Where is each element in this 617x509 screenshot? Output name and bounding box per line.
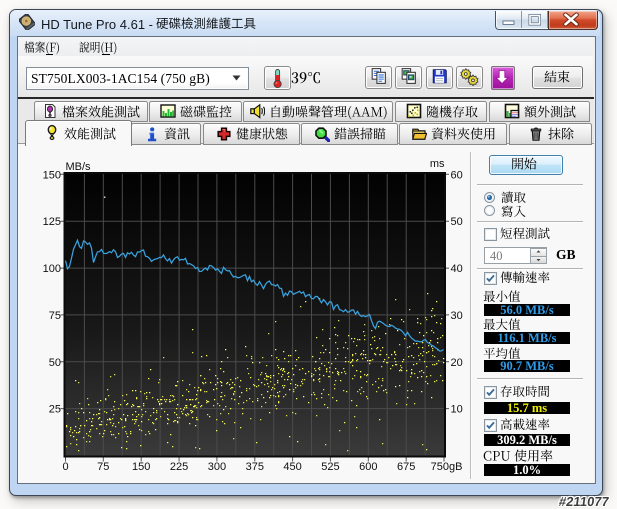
svg-text:10: 10 <box>451 404 463 416</box>
svg-text:25: 25 <box>49 404 61 416</box>
svg-text:125: 125 <box>43 216 61 228</box>
svg-text:40: 40 <box>451 263 463 275</box>
svg-text:100: 100 <box>43 263 61 275</box>
svg-text:300: 300 <box>208 461 226 473</box>
svg-text:525: 525 <box>321 461 339 473</box>
svg-text:675: 675 <box>397 461 415 473</box>
svg-text:60: 60 <box>451 169 463 181</box>
svg-text:30: 30 <box>451 310 463 322</box>
svg-text:50: 50 <box>451 216 463 228</box>
svg-text:MB/s: MB/s <box>66 161 92 173</box>
svg-text:150: 150 <box>132 461 150 473</box>
svg-text:450: 450 <box>283 461 301 473</box>
svg-text:375: 375 <box>246 461 264 473</box>
svg-text:50: 50 <box>49 357 61 369</box>
svg-text:750gB: 750gB <box>431 461 463 473</box>
svg-text:600: 600 <box>359 461 377 473</box>
svg-text:150: 150 <box>43 169 61 181</box>
svg-text:0: 0 <box>62 461 68 473</box>
svg-text:ms: ms <box>430 158 445 170</box>
svg-text:225: 225 <box>170 461 188 473</box>
svg-text:75: 75 <box>97 461 109 473</box>
svg-text:75: 75 <box>49 310 61 322</box>
svg-text:20: 20 <box>451 357 463 369</box>
